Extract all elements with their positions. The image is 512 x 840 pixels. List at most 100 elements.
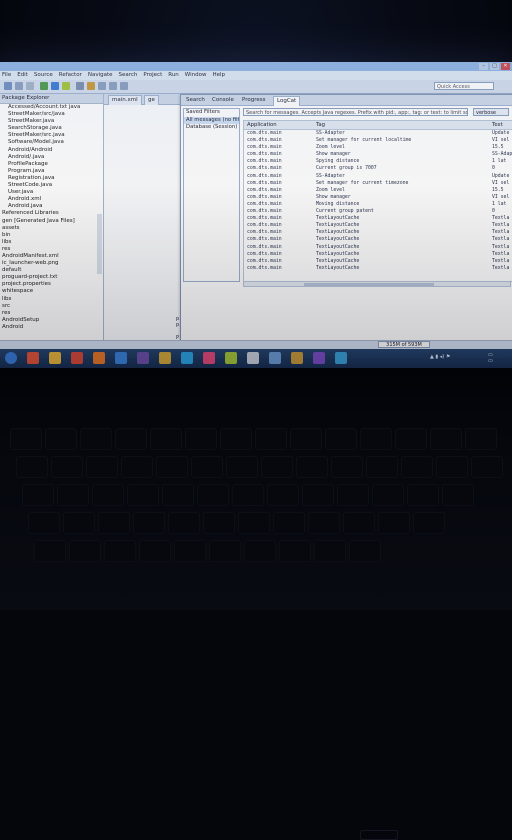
log-row[interactable]: com.dts.main TextLayoutCache Textla <box>244 258 512 265</box>
visual-studio-icon[interactable] <box>313 352 325 364</box>
column-tag[interactable]: Tag <box>316 121 325 129</box>
gear-icon[interactable] <box>291 352 303 364</box>
menu-source[interactable]: Source <box>34 71 53 80</box>
tree-item[interactable]: bin <box>0 232 103 239</box>
tree-item[interactable]: whitespace <box>0 288 103 295</box>
tree-item[interactable]: Android/.java <box>0 154 103 161</box>
tree-item[interactable]: StreetCode.java <box>0 182 103 189</box>
menu-help[interactable]: Help <box>212 71 225 80</box>
chrome-icon[interactable] <box>71 352 83 364</box>
tree-item[interactable]: AndroidSetup <box>0 317 103 324</box>
log-row[interactable]: com.dts.main Set manager for current time… <box>244 180 512 187</box>
firefox-icon[interactable] <box>93 352 105 364</box>
log-row[interactable]: com.dts.main TextLayoutCache Textla <box>244 215 512 222</box>
tree-item[interactable]: Android.java <box>0 203 103 210</box>
tab-main-xml[interactable]: main.xml <box>108 95 142 105</box>
tree-item[interactable]: Accessed/Account.txt java <box>0 104 103 111</box>
print-icon[interactable] <box>26 82 34 90</box>
minimize-button[interactable]: – <box>479 63 488 70</box>
log-row[interactable]: com.dts.main Current group is 7007 0 <box>244 165 512 172</box>
menu-window[interactable]: Window <box>185 71 207 80</box>
log-row[interactable]: com.dts.main SS-Adapter Update <box>244 173 512 180</box>
filter-item[interactable]: Database (Session) <box>184 124 239 131</box>
tree-item[interactable]: Android.xml <box>0 196 103 203</box>
skype-icon[interactable] <box>181 352 193 364</box>
explorer-scrollbar[interactable] <box>97 214 102 274</box>
column-application[interactable]: Application <box>247 121 277 129</box>
tree-item[interactable]: StreetMaker/src.java <box>0 132 103 139</box>
tree-item[interactable]: Registration.java <box>0 175 103 182</box>
log-row[interactable]: com.dts.main Set manager for current loca… <box>244 137 512 144</box>
db-icon[interactable] <box>247 352 259 364</box>
menu-file[interactable]: File <box>2 71 11 80</box>
menu-navigate[interactable]: Navigate <box>88 71 113 80</box>
tab-ge[interactable]: ge <box>144 95 159 105</box>
tree-item[interactable]: res <box>0 246 103 253</box>
back-icon[interactable] <box>109 82 117 90</box>
chat-icon[interactable] <box>335 352 347 364</box>
tree-item[interactable]: Android/Android <box>0 147 103 154</box>
tab-search[interactable]: Search <box>183 96 208 105</box>
tab-console[interactable]: Console <box>209 96 237 105</box>
debug-icon[interactable] <box>51 82 59 90</box>
log-row[interactable]: com.dts.main Zoom level 15.5 <box>244 187 512 194</box>
tree-item[interactable]: proguard-project.txt <box>0 274 103 281</box>
maximize-button[interactable]: □ <box>490 63 499 70</box>
log-row[interactable]: com.dts.main TextLayoutCache Textla <box>244 222 512 229</box>
tree-item[interactable]: Software/Model.java <box>0 139 103 146</box>
save-icon[interactable] <box>15 82 23 90</box>
log-row[interactable]: com.dts.main Current group patent 0 <box>244 208 512 215</box>
log-row[interactable]: com.dts.main Moving distance 1 lat <box>244 201 512 208</box>
quick-access-input[interactable]: Quick Access <box>434 82 494 90</box>
search-icon[interactable] <box>76 82 84 90</box>
log-row[interactable]: com.dts.main TextLayoutCache Textla <box>244 265 512 272</box>
notes-icon[interactable] <box>269 352 281 364</box>
tree-item[interactable]: default <box>0 267 103 274</box>
log-row[interactable]: com.dts.main TextLayoutCache Textla <box>244 236 512 243</box>
next-annotation-icon[interactable] <box>98 82 106 90</box>
log-row[interactable]: com.dts.main Show manager SS-Adapt <box>244 151 512 158</box>
android-icon[interactable] <box>225 352 237 364</box>
log-horizontal-scrollbar[interactable] <box>243 281 511 287</box>
tree-item[interactable]: StreetMaker.java <box>0 118 103 125</box>
explorer-icon[interactable] <box>49 352 61 364</box>
tree-item[interactable]: res <box>0 310 103 317</box>
tab-progress[interactable]: Progress <box>239 96 268 105</box>
tree-item[interactable]: Referenced Libraries <box>0 210 103 217</box>
open-type-icon[interactable] <box>87 82 95 90</box>
log-row[interactable]: com.dts.main SS-Adapter Update <box>244 130 512 137</box>
outlook-icon[interactable] <box>115 352 127 364</box>
tree-item[interactable]: ic_launcher-web.png <box>0 260 103 267</box>
filter-item[interactable]: All messages (no filters) <box>184 117 239 124</box>
tree-item[interactable]: gen [Generated Java Files] <box>0 218 103 225</box>
log-row[interactable]: com.dts.main TextLayoutCache Textla <box>244 229 512 236</box>
new-icon[interactable] <box>4 82 12 90</box>
tree-item[interactable]: libs <box>0 296 103 303</box>
column-text[interactable]: Text <box>492 121 503 129</box>
tree-item[interactable]: ProfilePackage <box>0 161 103 168</box>
run-icon[interactable] <box>40 82 48 90</box>
scroll-thumb[interactable] <box>304 283 434 286</box>
tab-logcat[interactable]: LogCat <box>273 96 301 106</box>
tree-item[interactable]: Program.java <box>0 168 103 175</box>
log-row[interactable]: com.dts.main Show manager VI sel <box>244 194 512 201</box>
app-icon[interactable] <box>159 352 171 364</box>
menu-search[interactable]: Search <box>119 71 138 80</box>
log-level-select[interactable]: verbose <box>473 108 509 116</box>
tree-item[interactable]: Android <box>0 324 103 331</box>
paint-icon[interactable] <box>203 352 215 364</box>
logcat-search-input[interactable]: Search for messages. Accepts Java regexe… <box>243 108 468 116</box>
tree-item[interactable]: SearchStorage.java <box>0 125 103 132</box>
forward-icon[interactable] <box>120 82 128 90</box>
eclipse-icon[interactable] <box>137 352 149 364</box>
menu-run[interactable]: Run <box>168 71 179 80</box>
menu-project[interactable]: Project <box>143 71 162 80</box>
media-player-icon[interactable] <box>27 352 39 364</box>
close-button[interactable]: ✕ <box>501 63 510 70</box>
menu-edit[interactable]: Edit <box>17 71 28 80</box>
log-row[interactable]: com.dts.main Spying distance 1 lat <box>244 158 512 165</box>
tree-item[interactable]: src <box>0 303 103 310</box>
start-orb-icon[interactable] <box>5 352 17 364</box>
tree-item[interactable]: User.java <box>0 189 103 196</box>
log-row[interactable]: com.dts.main TextLayoutCache Textla <box>244 251 512 258</box>
